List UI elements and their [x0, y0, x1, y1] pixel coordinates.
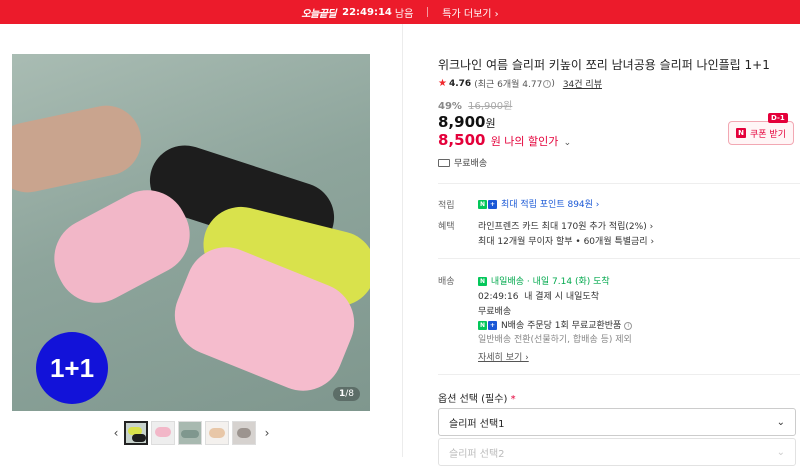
- my-discount-price[interactable]: 8,500 원 나의 할인가 ⌄: [438, 131, 571, 149]
- my-price-label: 원 나의 할인가: [490, 135, 559, 148]
- delivery-date: · 내일 7.14 (화) 도착: [526, 277, 610, 287]
- required-mark: *: [510, 394, 516, 405]
- point-row[interactable]: N + 최대 적립 포인트 894원 ›: [478, 197, 599, 210]
- delivery-row: N 내일배송 · 내일 7.14 (화) 도착: [478, 274, 610, 287]
- thumbnail-4[interactable]: [205, 421, 229, 445]
- option-select-2[interactable]: 슬리퍼 선택2 ⌄: [438, 438, 796, 466]
- option-label-text: 옵션 선택 (필수): [438, 394, 508, 405]
- promo-more-link[interactable]: 특가 더보기 ›: [442, 5, 498, 20]
- option-select-1-value: 슬리퍼 선택1: [449, 418, 505, 430]
- delivery-exchange-row: N + N배송 주문당 1회 무료교환반품 i: [478, 318, 633, 331]
- chevron-down-icon: ⌄: [776, 446, 785, 458]
- divider: [438, 183, 800, 184]
- coupon-dday-badge: D-1: [768, 113, 788, 123]
- info-icon[interactable]: i: [543, 79, 552, 88]
- thumbnail-2[interactable]: [151, 421, 175, 445]
- thumbnail-strip: ‹ ›: [108, 420, 275, 446]
- naver-n-badge: N: [478, 200, 488, 209]
- thumbnail-3[interactable]: [178, 421, 202, 445]
- perk-card[interactable]: 라인프렌즈 카드 최대 170원 추가 적립(2%) ›: [478, 219, 653, 232]
- option-select-2-value: 슬리퍼 선택2: [449, 448, 505, 460]
- truck-icon: [438, 158, 450, 167]
- sale-price-unit: 원: [485, 117, 496, 130]
- free-shipping-tag: 무료배송: [438, 156, 487, 169]
- thumbnail-1[interactable]: [124, 421, 148, 445]
- delivery-cutoff-time: 02:49:16: [478, 292, 519, 302]
- one-plus-one-badge: 1+1: [36, 332, 108, 404]
- option-select-1[interactable]: 슬리퍼 선택1 ⌄: [438, 408, 796, 436]
- membership-plus-badge: +: [488, 321, 498, 330]
- promo-logo: 오늘끝딜: [301, 8, 337, 20]
- delivery-free: 무료배송: [478, 307, 512, 317]
- promo-remaining: 남음: [394, 8, 414, 20]
- coupon-button[interactable]: N 쿠폰 받기: [728, 121, 794, 145]
- rating-row: ★ 4.76 (최근 6개월 4.77 i ) 34건 리뷰: [438, 77, 602, 90]
- promo-timer: 22:49:14: [342, 6, 392, 18]
- thumbnail-prev-arrow[interactable]: ‹: [108, 426, 124, 440]
- divider: [438, 374, 800, 375]
- sale-price: 8,900원: [438, 113, 496, 131]
- shipping-tag-text: 무료배송: [454, 159, 488, 169]
- rating-recent: (최근 6개월 4.77: [474, 80, 543, 90]
- my-price-value: 8,500: [438, 131, 486, 149]
- thumbnail-next-arrow[interactable]: ›: [259, 426, 275, 440]
- image-page-total: /8: [345, 389, 354, 399]
- column-divider: [402, 24, 403, 457]
- delivery-brand: 내일배송: [490, 277, 525, 287]
- naver-n-badge: N: [478, 321, 488, 330]
- info-icon[interactable]: i: [624, 321, 633, 330]
- review-count-link[interactable]: 34건 리뷰: [563, 77, 602, 90]
- point-label: 적립: [438, 201, 455, 211]
- original-price: 16,900원: [468, 101, 513, 112]
- sale-price-value: 8,900: [438, 113, 486, 131]
- chevron-down-icon: ⌄: [563, 138, 572, 148]
- naver-n-icon: N: [736, 128, 746, 138]
- rating-recent-close: ): [551, 78, 555, 89]
- product-main-image[interactable]: 1+1 1/8: [12, 54, 370, 411]
- delivery-cutoff: 02:49:16 내 결제 시 내일도착: [478, 289, 599, 302]
- delivery-exchange: N배송 주문당 1회 무료교환반품: [500, 321, 622, 331]
- promo-banner: 오늘끝딜 22:49:14 남음 특가 더보기 ›: [0, 0, 800, 24]
- discount-rate: 49%: [438, 101, 462, 112]
- promo-divider: [427, 7, 429, 17]
- delivery-label: 배송: [438, 277, 455, 287]
- delivery-note: 일반배송 전환(선물하기, 합배송 등) 제외: [478, 335, 632, 345]
- product-title: 위크나인 여름 슬리퍼 키높이 쪼리 남녀공용 슬리퍼 나인플립 1+1: [438, 58, 770, 72]
- perk-installment[interactable]: 최대 12개월 무이자 할부 • 60개월 특별금리 ›: [478, 234, 654, 247]
- delivery-detail-link[interactable]: 자세히 보기 ›: [478, 350, 529, 363]
- discount-row: 49% 16,900원: [438, 97, 512, 112]
- rating-score: 4.76: [448, 78, 472, 89]
- star-icon: ★: [438, 78, 447, 89]
- membership-plus-badge: +: [488, 200, 498, 209]
- divider: [438, 258, 800, 259]
- chevron-down-icon: ⌄: [776, 416, 785, 428]
- perks-label: 혜택: [438, 222, 455, 232]
- image-page-counter: 1/8: [332, 387, 360, 401]
- point-text: 최대 적립 포인트 894원 ›: [500, 200, 600, 210]
- option-label: 옵션 선택 (필수) *: [438, 390, 516, 405]
- thumbnail-5[interactable]: [232, 421, 256, 445]
- naver-delivery-icon: N: [478, 277, 488, 286]
- coupon-label: 쿠폰 받기: [750, 129, 786, 140]
- delivery-cutoff-text: 내 결제 시 내일도착: [524, 292, 599, 302]
